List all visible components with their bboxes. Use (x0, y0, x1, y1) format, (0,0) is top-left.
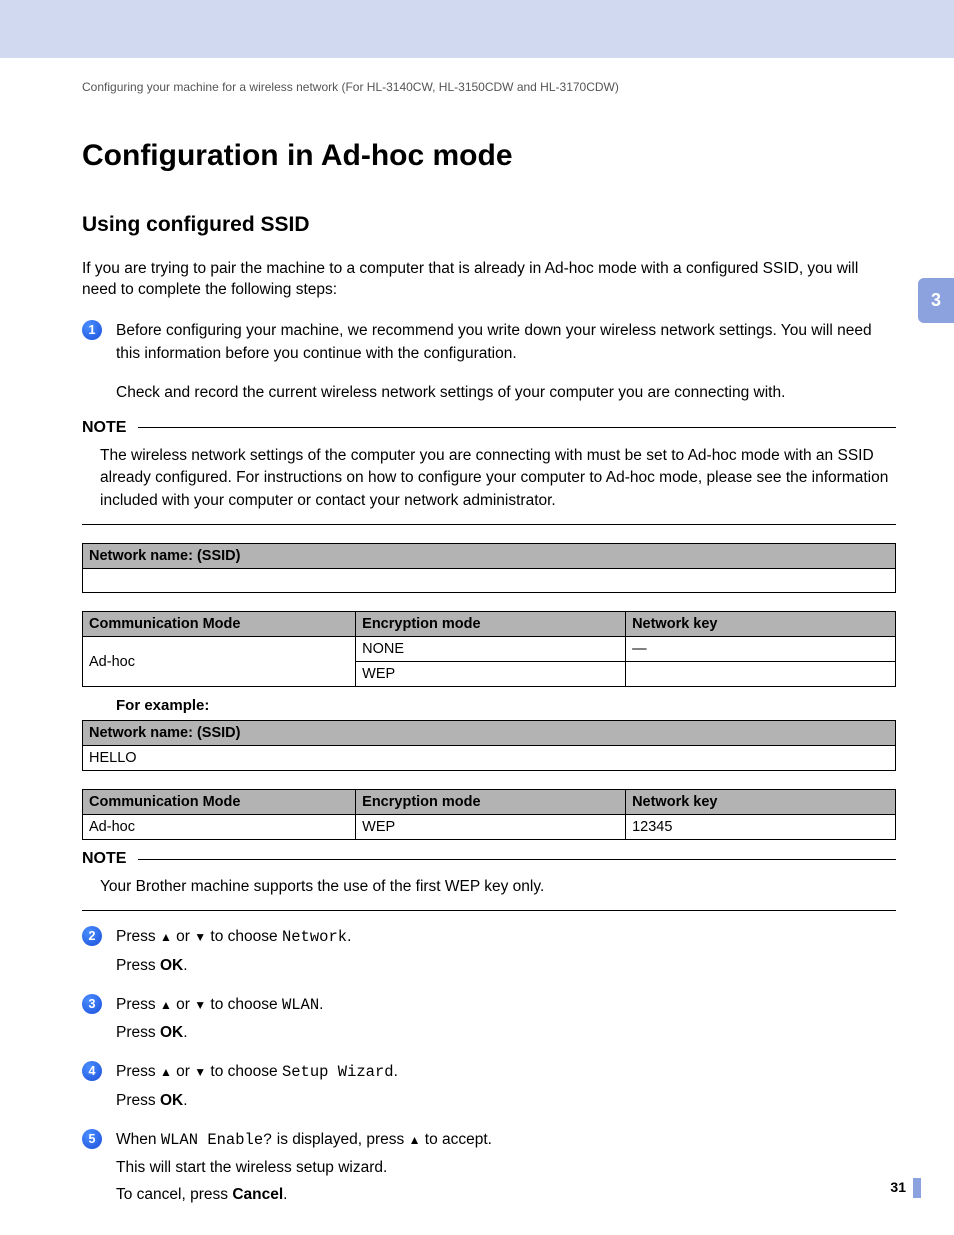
header-band (0, 0, 954, 58)
up-arrow-icon: ▲ (160, 998, 172, 1012)
display-prompt: WLAN Enable? (161, 1131, 273, 1149)
menu-option: Network (282, 928, 347, 946)
table-header: Network key (626, 790, 896, 815)
table-header: Network name: (SSID) (83, 544, 896, 569)
note-block-2: NOTE Your Brother machine supports the u… (82, 850, 896, 911)
footer-accent (913, 1178, 921, 1198)
ok-key: OK (160, 957, 183, 974)
up-arrow-icon: ▲ (409, 1133, 421, 1147)
table-header: Encryption mode (356, 612, 626, 637)
step-1: 1 Before configuring your machine, we re… (82, 319, 896, 370)
table-header: Encryption mode (356, 790, 626, 815)
mode-table-blank: Communication Mode Encryption mode Netwo… (82, 611, 896, 687)
table-cell: Ad-hoc (83, 637, 356, 687)
table-cell: WEP (356, 662, 626, 687)
step-number-badge: 3 (82, 994, 102, 1014)
step-number-badge: 5 (82, 1129, 102, 1149)
menu-option: Setup Wizard (282, 1063, 394, 1081)
note-label: NOTE (82, 850, 126, 868)
step-4: 4 Press ▲ or ▼ to choose Setup Wizard. P… (82, 1060, 896, 1116)
step-number-badge: 2 (82, 926, 102, 946)
menu-option: WLAN (282, 996, 319, 1014)
table-cell: WEP (356, 815, 626, 840)
step-text: Before configuring your machine, we reco… (116, 319, 896, 366)
up-arrow-icon: ▲ (160, 930, 172, 944)
ssid-table-example: Network name: (SSID) HELLO (82, 720, 896, 771)
mode-table-example: Communication Mode Encryption mode Netwo… (82, 789, 896, 840)
note-label: NOTE (82, 419, 126, 437)
step-body: When WLAN Enable? is displayed, press ▲ … (116, 1128, 896, 1211)
step-body: Before configuring your machine, we reco… (116, 319, 896, 370)
ssid-table-blank: Network name: (SSID) (82, 543, 896, 593)
page-content: Configuring your machine for a wireless … (0, 0, 954, 1211)
intro-paragraph: If you are trying to pair the machine to… (82, 259, 896, 301)
step-subtext: Check and record the current wireless ne… (116, 381, 896, 404)
step-number-badge: 4 (82, 1061, 102, 1081)
note-block-1: NOTE The wireless network settings of th… (82, 419, 896, 525)
table-header: Communication Mode (83, 612, 356, 637)
table-cell: NONE (356, 637, 626, 662)
note-body: Your Brother machine supports the use of… (82, 876, 896, 898)
table-cell (626, 662, 896, 687)
down-arrow-icon: ▼ (194, 998, 206, 1012)
step-3: 3 Press ▲ or ▼ to choose WLAN. Press OK. (82, 993, 896, 1049)
step-body: Press ▲ or ▼ to choose Network. Press OK… (116, 925, 896, 981)
page-number: 31 (890, 1179, 906, 1195)
step-2: 2 Press ▲ or ▼ to choose Network. Press … (82, 925, 896, 981)
note-body: The wireless network settings of the com… (82, 445, 896, 512)
step-body: Press ▲ or ▼ to choose WLAN. Press OK. (116, 993, 896, 1049)
for-example-label: For example: (116, 697, 896, 714)
ok-key: OK (160, 1092, 183, 1109)
rule (82, 910, 896, 911)
step-number-badge: 1 (82, 320, 102, 340)
rule (138, 427, 896, 428)
running-header: Configuring your machine for a wireless … (82, 80, 896, 94)
table-header: Communication Mode (83, 790, 356, 815)
table-cell: HELLO (83, 746, 896, 771)
cancel-key: Cancel (232, 1186, 283, 1203)
up-arrow-icon: ▲ (160, 1065, 172, 1079)
down-arrow-icon: ▼ (194, 930, 206, 944)
table-header: Network key (626, 612, 896, 637)
table-cell: Ad-hoc (83, 815, 356, 840)
table-header: Network name: (SSID) (83, 721, 896, 746)
chapter-tab: 3 (918, 278, 954, 323)
table-cell (83, 569, 896, 593)
ok-key: OK (160, 1024, 183, 1041)
table-cell: — (626, 637, 896, 662)
chapter-number: 3 (931, 290, 941, 311)
step-body: Press ▲ or ▼ to choose Setup Wizard. Pre… (116, 1060, 896, 1116)
rule (138, 859, 896, 860)
step-5: 5 When WLAN Enable? is displayed, press … (82, 1128, 896, 1211)
rule (82, 524, 896, 525)
table-cell: 12345 (626, 815, 896, 840)
down-arrow-icon: ▼ (194, 1065, 206, 1079)
page-title: Configuration in Ad-hoc mode (82, 139, 896, 173)
section-title: Using configured SSID (82, 213, 896, 237)
